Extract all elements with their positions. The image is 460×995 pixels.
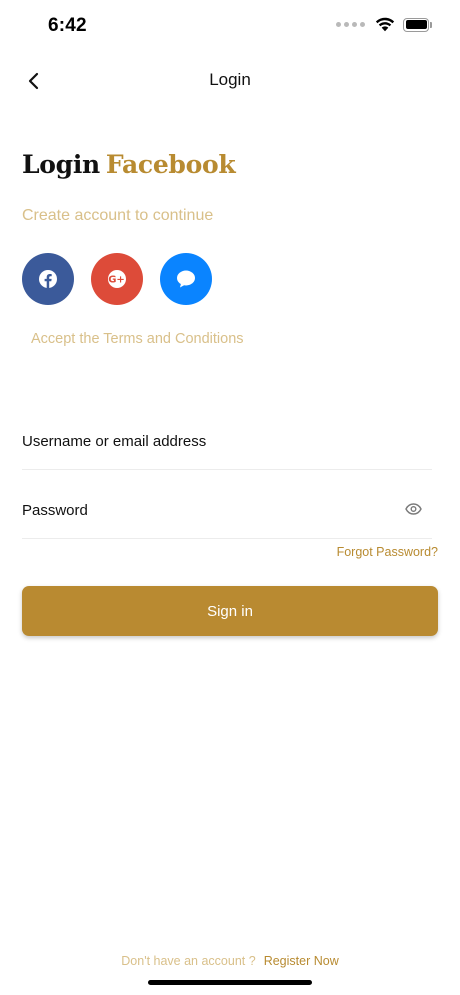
chat-bubble-icon [177, 270, 195, 288]
svg-text:G+: G+ [108, 275, 125, 286]
google-plus-icon: G+ [108, 270, 126, 288]
footer-question: Don't have an account ? [121, 954, 256, 968]
footer: Don't have an account ? Register Now [0, 954, 460, 968]
username-divider [22, 469, 432, 470]
subtitle: Create account to continue [22, 207, 214, 224]
facebook-icon [39, 270, 57, 288]
google-plus-login-button[interactable]: G+ [91, 253, 143, 305]
register-now-link[interactable]: Register Now [264, 954, 339, 968]
password-divider [22, 538, 432, 539]
heading-login: Login [22, 150, 100, 179]
password-field-container [22, 487, 438, 539]
facebook-login-button[interactable] [22, 253, 74, 305]
home-indicator [148, 980, 312, 985]
login-screen: 6:42 Login Login Facebook Create account… [0, 0, 460, 995]
sign-in-button[interactable]: Sign in [22, 586, 438, 636]
forgot-password-link[interactable]: Forgot Password? [337, 545, 438, 559]
social-login-row: G+ [22, 253, 212, 305]
username-field-container [22, 418, 438, 470]
wifi-icon [375, 17, 395, 32]
password-input[interactable] [22, 487, 438, 533]
heading-brand: Facebook [105, 150, 236, 179]
username-input[interactable] [22, 418, 438, 464]
signal-dots-icon [336, 22, 365, 27]
page-heading: Login Facebook [22, 150, 236, 179]
terms-link[interactable]: Accept the Terms and Conditions [31, 331, 244, 347]
battery-icon [403, 17, 432, 32]
status-time: 6:42 [48, 15, 87, 36]
nav-bar: Login [0, 56, 460, 106]
status-bar: 6:42 [0, 0, 460, 54]
messenger-login-button[interactable] [160, 253, 212, 305]
nav-title: Login [209, 70, 251, 89]
status-icons [336, 17, 432, 32]
eye-icon [404, 503, 422, 515]
password-visibility-toggle[interactable] [404, 502, 422, 516]
